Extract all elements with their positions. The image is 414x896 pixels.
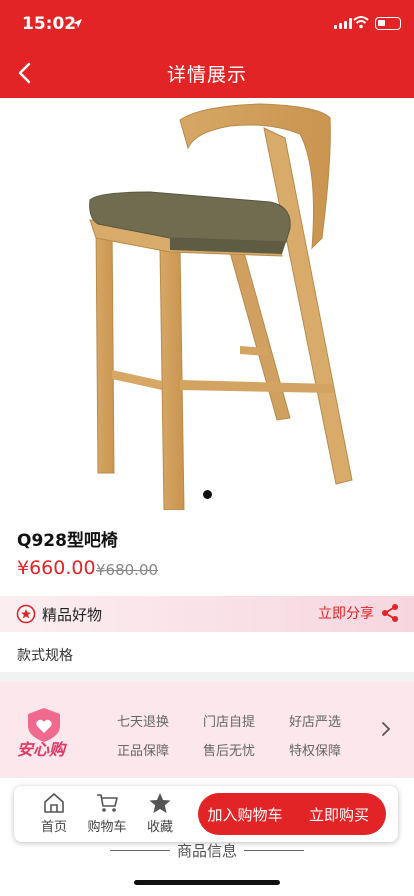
guarantee-item: 七天退换 <box>117 715 170 730</box>
cart-icon <box>97 794 118 812</box>
purchase-button-group: 加入购物车 立即购买 <box>198 793 386 835</box>
section-title: 商品信息 <box>176 842 237 860</box>
share-button[interactable]: 立即分享 <box>318 603 400 623</box>
wifi-icon <box>353 16 369 29</box>
cart-label: 购物车 <box>87 820 127 835</box>
status-time: 15:02 <box>22 14 77 34</box>
guarantee-item: 正品保障 <box>117 744 170 759</box>
product-price: ¥660.00 <box>17 557 96 579</box>
home-tab[interactable]: 首页 <box>32 792 76 835</box>
cart-tab[interactable]: 购物车 <box>84 792 130 835</box>
quality-label: 精品好物 <box>42 606 103 624</box>
star-badge-icon <box>16 604 36 624</box>
guarantee-panel[interactable]: 安心购 七天退换 门店自提 好店严选 正品保障 售后无忧 特权保障 <box>0 682 414 778</box>
share-label: 立即分享 <box>318 606 374 622</box>
chevron-right-icon[interactable] <box>380 720 392 738</box>
home-label: 首页 <box>40 820 67 835</box>
carousel-indicator <box>203 490 212 499</box>
guarantee-logo-text: 安心购 <box>17 740 66 759</box>
divider <box>0 672 414 682</box>
product-name: Q928型吧椅 <box>17 531 118 551</box>
bar-stool-image <box>89 103 353 510</box>
nav-bar: 详情展示 <box>0 48 414 98</box>
original-price: ¥680.00 <box>96 561 159 579</box>
guarantee-item: 特权保障 <box>289 744 342 759</box>
guarantee-item: 售后无忧 <box>203 744 256 759</box>
page-title: 详情展示 <box>166 64 247 86</box>
status-bar: 15:02 <box>0 0 414 48</box>
location-arrow-icon <box>73 19 82 28</box>
guarantee-item: 门店自提 <box>203 715 256 730</box>
product-image-carousel[interactable] <box>0 98 414 510</box>
spec-selector[interactable]: 款式规格 <box>17 645 73 665</box>
home-icon <box>44 793 64 813</box>
section-divider-right <box>244 850 304 851</box>
favorite-label: 收藏 <box>146 820 173 835</box>
quality-strip: 精品好物 立即分享 <box>0 596 414 632</box>
add-to-cart-button[interactable]: 加入购物车 <box>198 793 292 835</box>
bottom-action-bar: 首页 购物车 收藏 加入购物车 立即购买 <box>14 786 398 842</box>
favorite-tab[interactable]: 收藏 <box>138 792 182 835</box>
buy-now-button[interactable]: 立即购买 <box>292 793 386 835</box>
star-icon <box>149 793 171 813</box>
home-indicator <box>134 880 280 885</box>
share-icon <box>382 604 398 622</box>
guarantee-item: 好店严选 <box>289 715 342 730</box>
battery-icon <box>375 17 401 30</box>
signal-icon <box>334 18 352 29</box>
